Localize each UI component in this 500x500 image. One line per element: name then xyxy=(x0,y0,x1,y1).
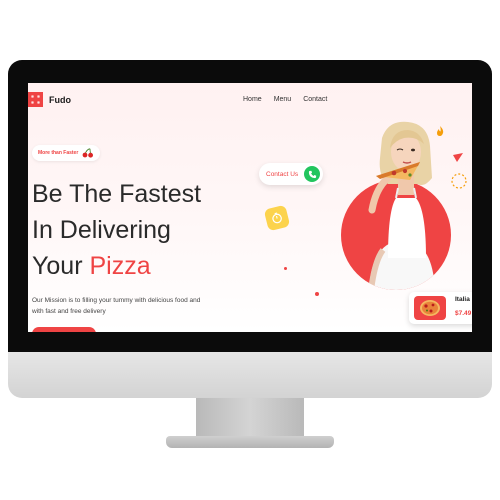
hero-badge-text: More than Faster xyxy=(38,150,79,156)
hero-headline: Be The Fastest In Delivering Your Pizza xyxy=(32,176,201,284)
hero-badge: More than Faster xyxy=(32,145,101,161)
phone-icon xyxy=(304,166,320,182)
monitor-stand xyxy=(196,398,304,438)
brand-name: Fudo xyxy=(49,94,71,105)
nav-contact[interactable]: Contact xyxy=(303,96,327,103)
brand[interactable]: Fudo xyxy=(28,92,71,107)
main-nav: Home Menu Contact xyxy=(243,96,327,103)
nav-menu[interactable]: Menu xyxy=(274,96,292,103)
mission-line-2: with fast and free delivery xyxy=(32,308,106,315)
brand-logo-icon xyxy=(28,92,43,107)
triangle-decor xyxy=(453,153,463,162)
product-card[interactable]: Italia $7.49 xyxy=(409,292,472,324)
imac-mockup: Fudo Home Menu Contact More than Faster … xyxy=(0,0,500,500)
nav-home[interactable]: Home xyxy=(243,96,262,103)
contact-us-button[interactable]: Contact Us xyxy=(259,163,323,185)
decor-dot xyxy=(284,267,287,270)
website-screen: Fudo Home Menu Contact More than Faster … xyxy=(28,83,472,332)
mission-text: Our Mission is to filling your tummy wit… xyxy=(32,295,232,317)
decor-dot xyxy=(315,292,319,296)
pizza-icon xyxy=(414,296,446,320)
woman-photo xyxy=(368,121,432,258)
hero-cta-button[interactable] xyxy=(32,327,96,332)
mission-line-1: Our Mission is to filling your tummy wit… xyxy=(32,297,201,304)
cherry-icon xyxy=(82,148,94,158)
monitor-chin xyxy=(8,352,492,398)
ring-decor xyxy=(451,173,467,189)
contact-us-label: Contact Us xyxy=(266,170,299,178)
headline-line-2: In Delivering xyxy=(32,216,171,244)
timer-icon xyxy=(263,204,291,232)
headline-accent: Pizza xyxy=(89,252,151,280)
headline-line-1: Be The Fastest xyxy=(32,180,202,208)
monitor-stand-base xyxy=(166,436,334,448)
headline-line-3: Your xyxy=(32,252,90,280)
product-name: Italia xyxy=(455,296,470,303)
product-price: $7.49 xyxy=(455,310,472,317)
